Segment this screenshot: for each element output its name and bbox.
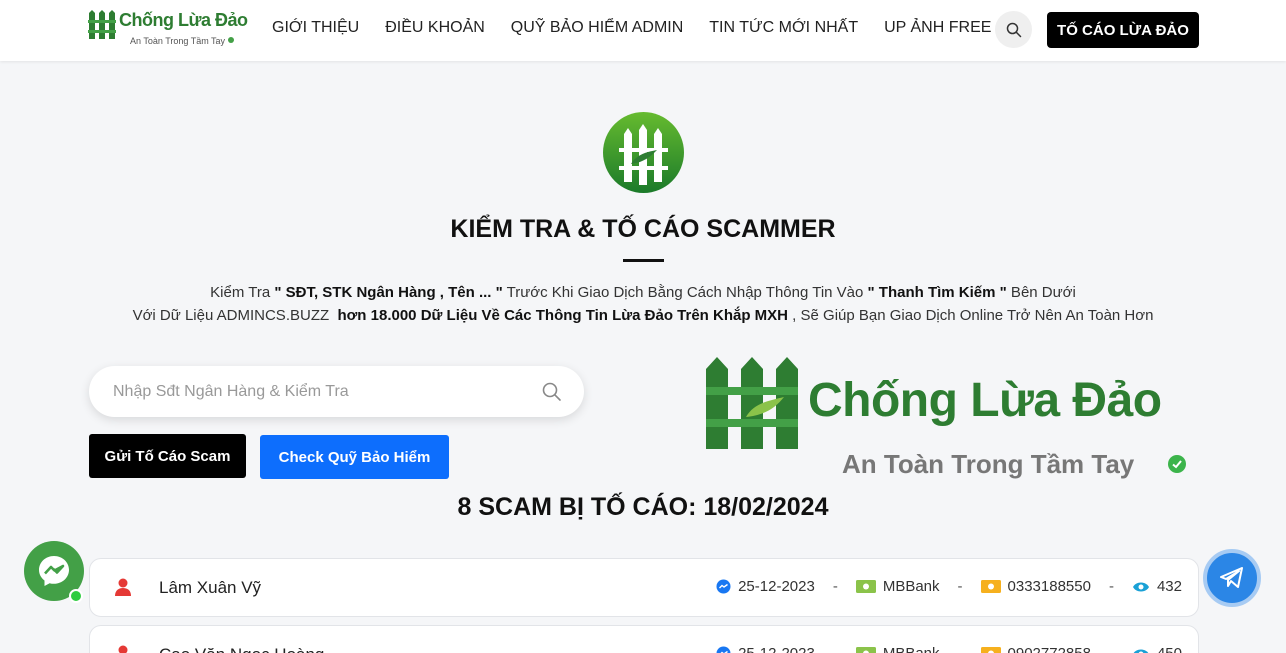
brand-tagline-text: An Toàn Trong Tầm Tay xyxy=(130,36,226,46)
desc-emphasis: " Thanh Tìm Kiếm " xyxy=(867,284,1007,301)
view-count: 450 xyxy=(1157,645,1182,653)
report-date: 25-12-2023 xyxy=(738,645,815,653)
bank-note-icon xyxy=(855,647,876,653)
messenger-icon xyxy=(39,556,69,586)
telegram-icon xyxy=(1220,567,1243,588)
site-header: Chống Lừa Đảo An Toàn Trong Tầm Tay GIỚI… xyxy=(0,0,1286,61)
nav-item-tin-tuc[interactable]: TIN TỨC MỚI NHẤT xyxy=(709,19,858,37)
nav-item-gioi-thieu[interactable]: GIỚI THIỆU xyxy=(272,19,359,37)
account-card-icon xyxy=(980,647,1001,653)
desc-emphasis: " SĐT, STK Ngân Hàng , Tên ... " xyxy=(274,284,503,301)
brand-logo[interactable]: Chống Lừa Đảo An Toàn Trong Tầm Tay xyxy=(88,8,248,50)
bank-name: MBBank xyxy=(883,645,940,653)
hero-description-line-1: Kiểm Tra " SĐT, STK Ngân Hàng , Tên ... … xyxy=(0,281,1286,304)
view-count: 432 xyxy=(1156,578,1182,595)
bank-name: MBBank xyxy=(882,578,940,595)
online-status-dot xyxy=(69,589,83,603)
desc-text: Trước Khi Giao Dịch Bằng Cách Nhập Thông… xyxy=(502,284,868,301)
search-icon[interactable] xyxy=(542,382,562,402)
desc-text: Bên Dưới xyxy=(1006,284,1076,301)
desc-text: Với Dữ Liệu ADMINCS.BUZZ xyxy=(132,307,338,324)
brand-tagline: An Toàn Trong Tầm Tay xyxy=(130,36,235,46)
brand-name: Chống Lừa Đảo xyxy=(119,10,248,30)
person-icon xyxy=(115,578,131,596)
separator: - xyxy=(957,578,963,595)
scammer-meta: 25-12-2023 - MBBank - 0333188550 - 432 xyxy=(716,578,1182,595)
fence-logo-icon xyxy=(88,10,116,39)
scammer-meta: 25-12-2023 - MBBank - 0902772858 - 450 xyxy=(716,645,1182,653)
account-number: 0333188550 xyxy=(1007,578,1091,595)
fence-logo-icon xyxy=(603,112,684,193)
desc-text: , Sẽ Giúp Bạn Giao Dịch Online Trở Nên A… xyxy=(788,307,1154,324)
messenger-date-icon xyxy=(716,646,731,653)
desc-text: Kiểm Tra xyxy=(210,284,275,301)
page-title: KIỂM TRA & TỐ CÁO SCAMMER xyxy=(450,215,836,243)
search-icon xyxy=(1006,22,1021,37)
eye-icon xyxy=(1132,582,1149,591)
separator: - xyxy=(832,578,838,595)
list-item[interactable]: Cao Văn Ngọc Hoàng 25-12-2023 - MBBank -… xyxy=(89,625,1199,653)
report-date: 25-12-2023 xyxy=(738,578,815,595)
separator: - xyxy=(1109,645,1114,653)
hero-logo xyxy=(603,112,684,193)
fence-logo-icon xyxy=(706,357,798,449)
scam-count-title: 8 SCAM BỊ TỐ CÁO: 18/02/2024 xyxy=(457,493,829,521)
report-scam-button[interactable]: TỐ CÁO LỪA ĐẢO xyxy=(1047,12,1199,48)
nav-item-up-anh[interactable]: UP ẢNH FREE xyxy=(884,19,991,37)
verified-dot-icon xyxy=(228,37,235,43)
bank-note-icon xyxy=(855,580,876,593)
title-underline xyxy=(623,259,664,262)
search-box xyxy=(89,366,584,417)
telegram-chat-button[interactable] xyxy=(1203,549,1261,607)
messenger-date-icon xyxy=(716,579,731,594)
hero-description-line-2: Với Dữ Liệu ADMINCS.BUZZ hơn 18.000 Dữ L… xyxy=(0,304,1286,327)
eye-icon xyxy=(1133,649,1149,653)
list-item[interactable]: Lâm Xuân Vỹ 25-12-2023 - MBBank - 033318… xyxy=(89,558,1199,617)
brand-banner-name: Chống Lừa Đảo xyxy=(808,374,1162,427)
hero-description: Kiểm Tra " SĐT, STK Ngân Hàng , Tên ... … xyxy=(0,281,1286,327)
check-fund-button[interactable]: Check Quỹ Bảo Hiểm xyxy=(260,435,449,479)
send-report-button[interactable]: Gửi Tố Cáo Scam xyxy=(89,434,246,478)
nav-item-quy-bao-hiem[interactable]: QUỸ BẢO HIỂM ADMIN xyxy=(511,19,683,37)
nav-item-dieu-khoan[interactable]: ĐIỀU KHOẢN xyxy=(385,19,485,37)
separator: - xyxy=(833,645,838,653)
main-nav: GIỚI THIỆU ĐIỀU KHOẢN QUỸ BẢO HIỂM ADMIN… xyxy=(272,19,991,37)
brand-banner: Chống Lừa Đảo An Toàn Trong Tầm Tay xyxy=(704,357,1199,487)
desc-emphasis: hơn 18.000 Dữ Liệu Về Các Thông Tin Lừa … xyxy=(337,307,789,324)
verified-check-icon xyxy=(1168,455,1186,473)
account-number: 0902772858 xyxy=(1008,645,1091,653)
scammer-name: Cao Văn Ngọc Hoàng xyxy=(159,645,324,653)
scammer-name: Lâm Xuân Vỹ xyxy=(159,578,262,597)
search-input[interactable] xyxy=(113,366,533,417)
brand-banner-tagline: An Toàn Trong Tầm Tay xyxy=(842,449,1135,479)
separator: - xyxy=(958,645,963,653)
header-search-button[interactable] xyxy=(995,11,1032,48)
account-card-icon xyxy=(980,580,1001,593)
person-icon xyxy=(118,645,128,653)
separator: - xyxy=(1108,578,1114,595)
